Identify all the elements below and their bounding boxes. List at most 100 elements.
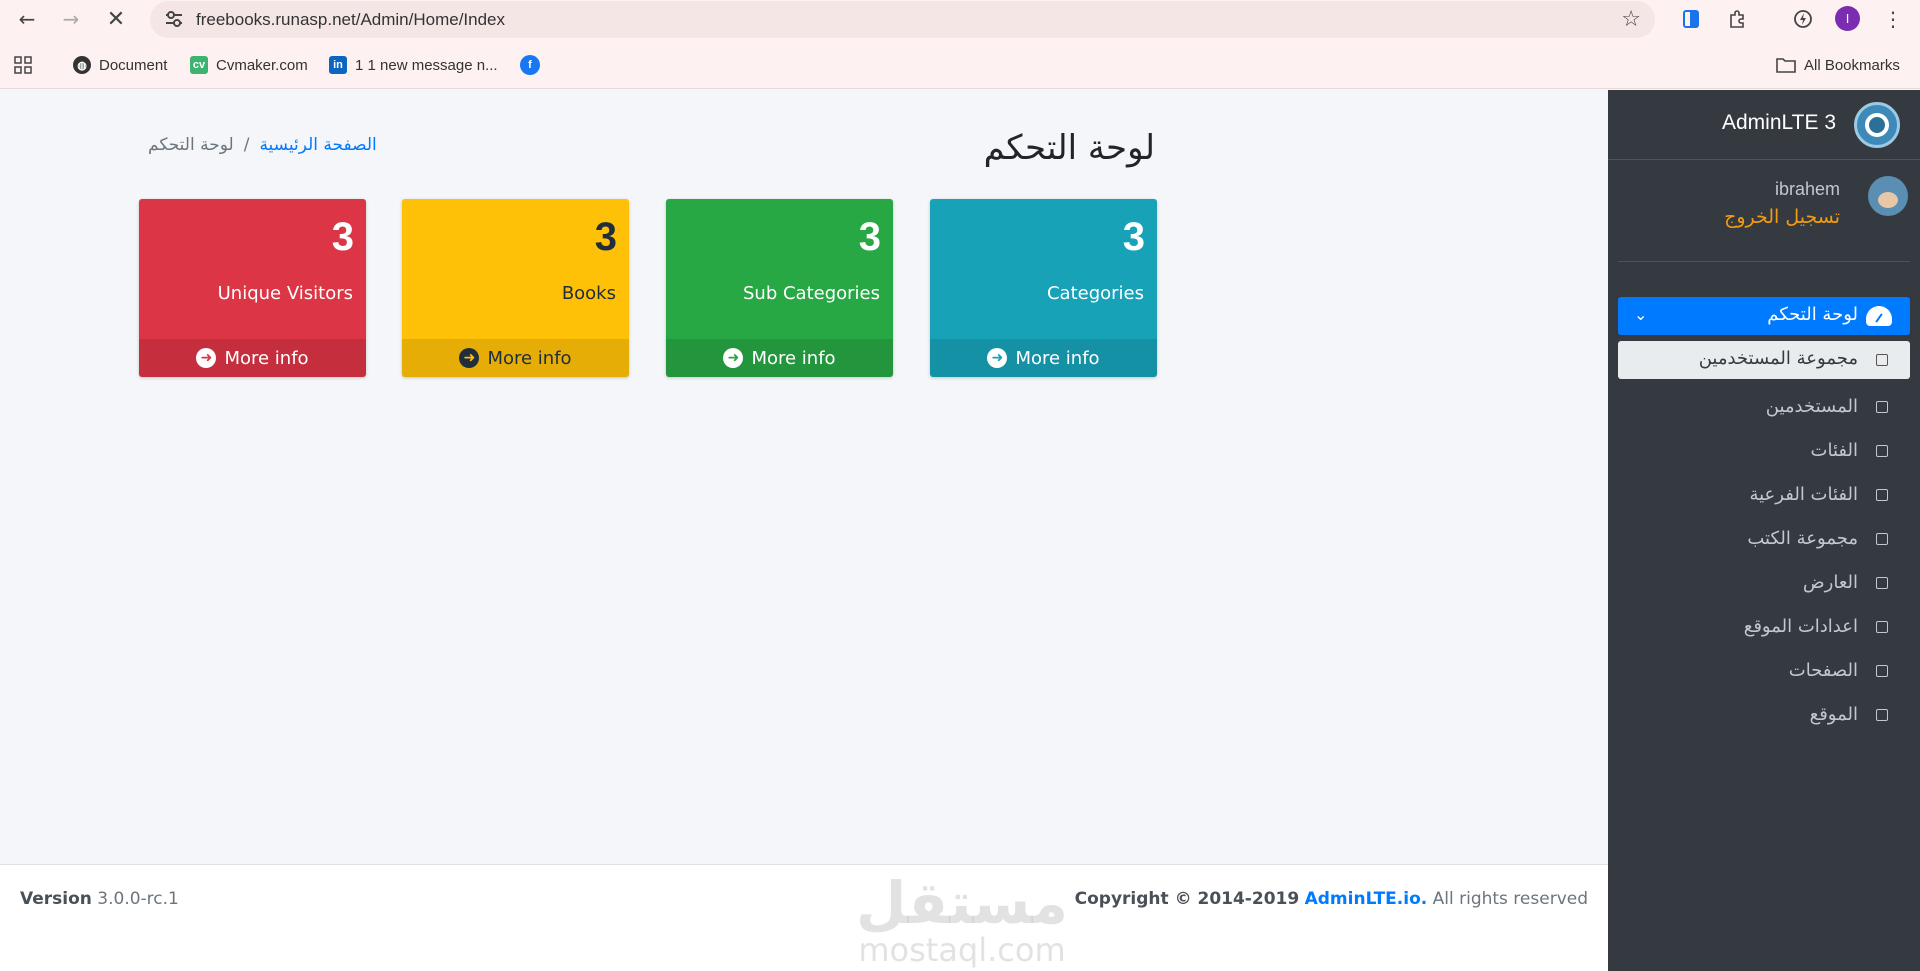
square-icon [1876,533,1888,545]
box-label: Sub Categories [742,283,880,304]
puzzle-extensions-icon[interactable] [1724,6,1750,32]
box-count: 3 [331,215,354,259]
square-icon [1876,489,1888,501]
performance-icon[interactable] [1790,6,1816,32]
more-info-link[interactable]: ➜ More info [402,339,629,377]
all-bookmarks-label: All Bookmarks [1804,56,1900,74]
small-box-sub-categories: 3 Sub Categories ➜ More info [666,199,893,377]
bookmark-document[interactable]: ◍ Document [73,53,167,77]
browser-toolbar: ← → ✕ freebooks.runasp.net/Admin/Home/In… [0,0,1920,38]
main-sidebar: AdminLTE 3 ibrahem تسجيل الخروج لوحة الت… [1608,90,1920,971]
square-icon [1876,401,1888,413]
site-info-icon[interactable] [164,9,184,29]
sidebar-item-label: الفئات الفرعية [1749,484,1858,505]
sidebar-item-label: اعدادات الموقع [1743,616,1858,637]
logout-link[interactable]: تسجيل الخروج [1724,206,1840,228]
sidebar-item-users[interactable]: المستخدمين [1618,385,1910,429]
box-count: 3 [594,215,617,259]
arrow-circle-right-icon: ➜ [987,348,1008,368]
sidebar-item-label: المستخدمين [1765,396,1858,417]
box-label: Categories [1046,283,1144,304]
copyright-prefix: Copyright © 2014-2019 [1074,889,1300,909]
profile-avatar[interactable]: I [1835,6,1860,31]
copyright-info: Copyright © 2014-2019 AdminLTE.io. All r… [1075,889,1588,909]
page-title: لوحة التحكم [983,128,1155,168]
version-info: Version 3.0.0-rc.1 [20,889,179,909]
bookmark-label: Document [99,56,168,74]
box-count: 3 [1122,215,1145,259]
square-icon [1876,445,1888,457]
breadcrumb-home-link[interactable]: الصفحة الرئيسية [259,135,376,155]
sidebar-item-site-settings[interactable]: اعدادات الموقع [1618,605,1910,649]
address-bar[interactable]: freebooks.runasp.net/Admin/Home/Index ☆ [150,1,1655,38]
browser-chrome: ← → ✕ freebooks.runasp.net/Admin/Home/In… [0,0,1920,89]
sidebar-item-label: لوحة التحكم [1767,304,1858,325]
sidebar-item-label: الفئات [1810,440,1858,461]
sidebar-item-categories[interactable]: الفئات [1618,429,1910,473]
url-text[interactable]: freebooks.runasp.net/Admin/Home/Index [196,10,505,30]
box-count: 3 [858,215,881,259]
small-box-unique-visitors: 3 Unique Visitors ➜ More info [139,199,366,377]
square-icon [1876,621,1888,633]
more-menu-icon[interactable]: ⋮ [1880,6,1906,32]
more-info-label: More info [224,347,309,369]
breadcrumb: الصفحة الرئيسية / لوحة التحكم [148,135,377,155]
stop-loading-icon[interactable]: ✕ [101,4,131,34]
avatar[interactable] [1868,176,1908,216]
sidebar-item-label: العارض [1802,572,1858,593]
username[interactable]: ibrahem [1775,179,1840,200]
adminlte-logo-icon [1854,102,1900,148]
extension-icon[interactable] [1678,6,1704,32]
main-content: لوحة التحكم الصفحة الرئيسية / لوحة التحك… [0,90,1608,863]
more-info-link[interactable]: ➜ More info [139,339,366,377]
user-panel: ibrahem تسجيل الخروج [1618,176,1910,262]
square-icon [1876,354,1888,366]
all-bookmarks[interactable]: All Bookmarks [1776,53,1900,77]
bookmarks-bar: ◍ Document cv Cvmaker.com in 1 1 new mes… [0,48,1920,82]
box-label: Unique Visitors [217,283,353,304]
folder-icon [1776,58,1796,73]
square-icon [1876,577,1888,589]
arrow-circle-right-icon: ➜ [196,348,217,368]
apps-grid-icon[interactable] [14,53,32,77]
sidebar-item-viewer[interactable]: العارض [1618,561,1910,605]
sidebar-item-sub-categories[interactable]: الفئات الفرعية [1618,473,1910,517]
cvmaker-icon: cv [190,56,208,74]
breadcrumb-separator: / [243,135,250,155]
more-info-label: More info [487,347,572,369]
sidebar-item-dashboard[interactable]: لوحة التحكم ⌄ [1618,297,1910,335]
sidebar-item-label: الصفحات [1788,660,1858,681]
box-label: Books [561,283,616,304]
back-arrow-icon[interactable]: ← [12,4,42,34]
sidebar-item-site[interactable]: الموقع [1618,693,1910,737]
adminlte-link[interactable]: AdminLTE.io. [1305,889,1428,909]
sidebar-item-pages[interactable]: الصفحات [1618,649,1910,693]
more-info-label: More info [751,347,836,369]
brand-link[interactable]: AdminLTE 3 [1608,90,1920,160]
forward-arrow-icon[interactable]: → [56,4,86,34]
small-box-books: 3 Books ➜ More info [402,199,629,377]
tachometer-icon [1866,306,1892,326]
mostaql-watermark: مستقل mostaql.com [842,871,1082,967]
version-number: 3.0.0-rc.1 [97,889,179,909]
sidebar-item-book-groups[interactable]: مجموعة الكتب [1618,517,1910,561]
small-box-categories: 3 Categories ➜ More info [930,199,1157,377]
watermark-english: mostaql.com [858,931,1066,969]
linkedin-icon: in [329,56,347,74]
brand-text: AdminLTE 3 [1722,111,1836,134]
chevron-down-icon[interactable]: ⌄ [1634,305,1647,324]
more-info-link[interactable]: ➜ More info [666,339,893,377]
bookmark-label: Cvmaker.com [216,56,308,74]
bookmark-star-icon[interactable]: ☆ [1621,7,1641,32]
more-info-label: More info [1015,347,1100,369]
bookmark-cvmaker[interactable]: cv Cvmaker.com [190,53,308,77]
sidebar-item-label: الموقع [1809,704,1858,725]
sidebar-item-user-groups[interactable]: مجموعة المستخدمين [1618,341,1910,379]
breadcrumb-current: لوحة التحكم [148,135,234,155]
bookmark-facebook[interactable]: f [520,53,540,77]
arrow-circle-right-icon: ➜ [459,348,480,368]
more-info-link[interactable]: ➜ More info [930,339,1157,377]
sidebar-item-label: مجموعة الكتب [1747,528,1858,549]
bookmark-linkedin[interactable]: in 1 1 new message n... [329,53,498,77]
bookmark-label: 1 1 new message n... [355,56,498,74]
